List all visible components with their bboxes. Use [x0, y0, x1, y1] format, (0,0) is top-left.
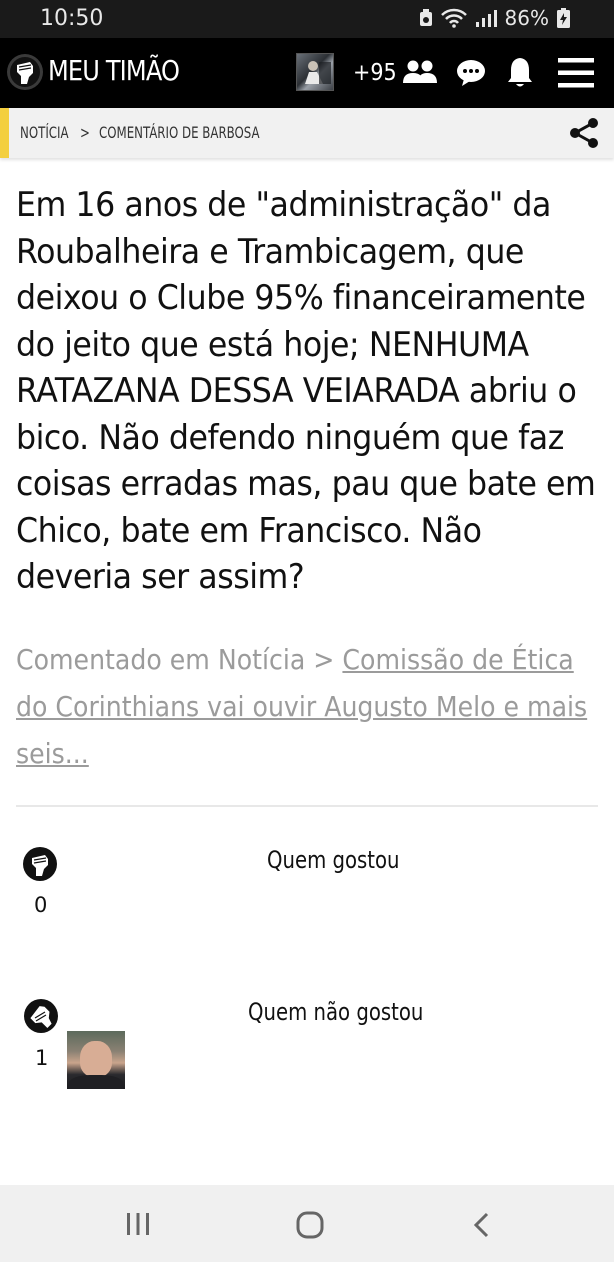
- voter-body: [69, 1075, 123, 1089]
- recent-apps-icon[interactable]: [126, 1213, 150, 1235]
- share-icon[interactable]: [566, 115, 602, 151]
- app-header: MEU TIMÃO +95: [0, 38, 614, 108]
- voter-avatar[interactable]: [67, 1031, 125, 1089]
- fist-logo-icon[interactable]: [6, 53, 44, 91]
- context-prefix: Comentado em Notícia >: [16, 643, 343, 676]
- back-icon[interactable]: [472, 1212, 490, 1238]
- comment-text: Em 16 anos de "administração" da Roubalh…: [16, 185, 596, 597]
- battery-charging-icon: [557, 8, 570, 28]
- breadcrumb-noticia[interactable]: NOTÍCIA: [20, 123, 69, 142]
- status-time: 10:50: [40, 6, 104, 31]
- like-fist-icon[interactable]: [22, 846, 58, 882]
- wifi-icon: [440, 8, 467, 28]
- divider: [16, 805, 598, 807]
- likes-title: Quem gostou: [267, 846, 400, 874]
- voter-face: [80, 1041, 112, 1077]
- comment-context: Comentado em Notícia > Comissão de Ética…: [16, 636, 601, 777]
- notifications-bell-icon[interactable]: [506, 56, 534, 88]
- recycle-notification-icon: [419, 9, 432, 26]
- breadcrumb: NOTÍCIA > COMENTÁRIO DE BARBOSA: [0, 108, 614, 158]
- chat-icon[interactable]: [456, 59, 486, 87]
- dislikes-count: 1: [35, 1046, 49, 1070]
- points-counter[interactable]: +95: [353, 60, 397, 86]
- android-nav-bar: [0, 1185, 614, 1262]
- breadcrumb-current: COMENTÁRIO DE BARBOSA: [99, 123, 260, 142]
- likes-count: 0: [34, 893, 48, 917]
- signal-icon: [475, 10, 497, 27]
- user-avatar[interactable]: [296, 53, 334, 91]
- breadcrumb-separator: >: [80, 123, 90, 142]
- dislike-fist-icon[interactable]: [23, 998, 59, 1034]
- status-icons: 86%: [419, 6, 570, 30]
- app-title[interactable]: MEU TIMÃO: [48, 54, 180, 87]
- menu-hamburger-icon[interactable]: [558, 58, 594, 88]
- home-icon[interactable]: [296, 1211, 324, 1239]
- dislikes-title: Quem não gostou: [248, 998, 424, 1026]
- status-bar: 10:50 86%: [0, 0, 614, 38]
- battery-percentage: 86%: [504, 6, 549, 30]
- friends-icon[interactable]: [402, 60, 438, 84]
